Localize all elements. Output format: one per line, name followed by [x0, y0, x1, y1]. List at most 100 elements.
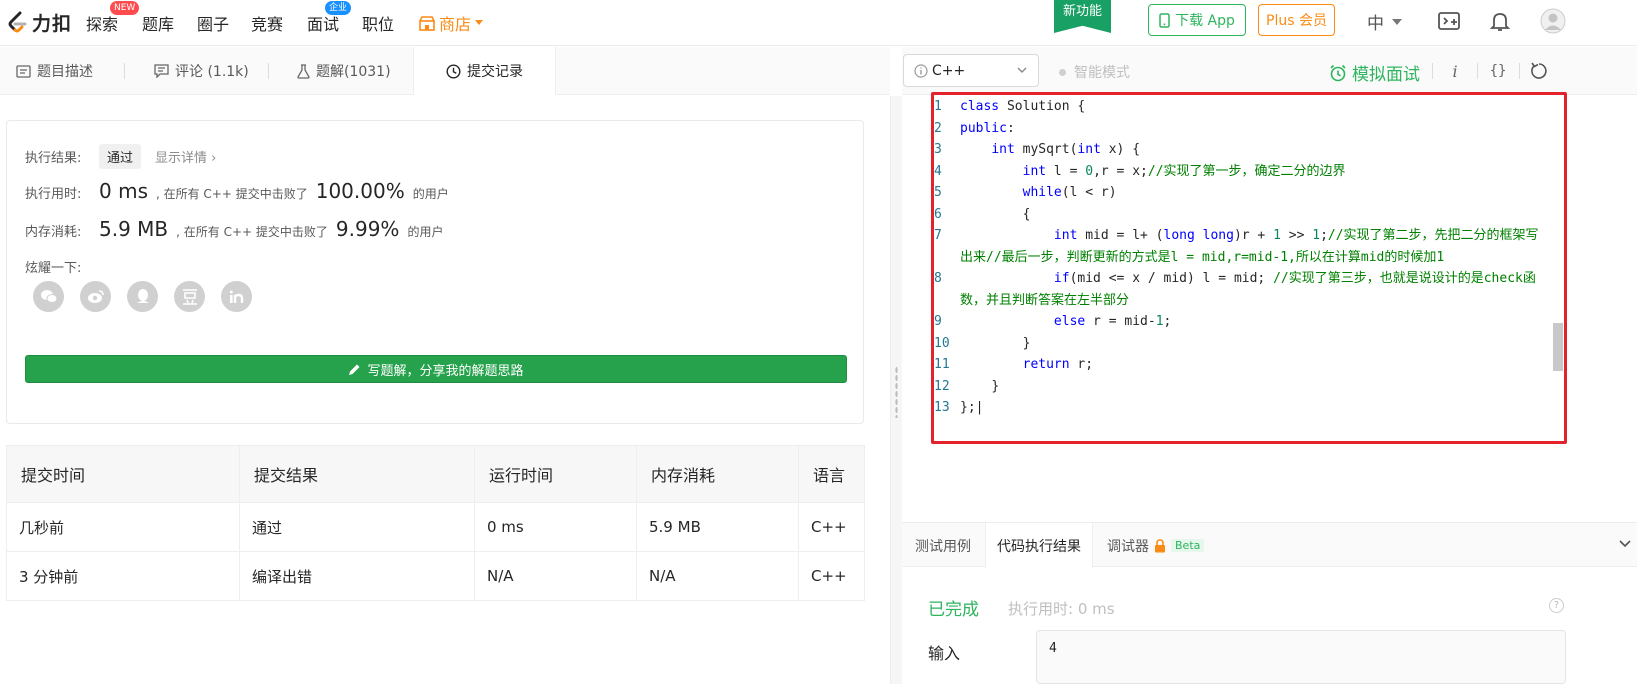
editor-scrollbar[interactable] [1553, 323, 1563, 371]
memory-cell: 5.9 MB [636, 502, 799, 552]
nav-label: 探索 [86, 15, 119, 34]
language-cell: C++ [798, 551, 865, 601]
memory-cell: N/A [636, 551, 799, 601]
mock-interview-button[interactable]: 模拟面试 [1329, 60, 1420, 85]
tab-solutions[interactable]: 题解(1031) [297, 47, 391, 95]
chevron-right-icon: › [211, 151, 217, 166]
drag-handle-icon [895, 366, 898, 418]
language-switcher[interactable]: 中 [1367, 9, 1402, 34]
memory-text: , 在所有 C++ 提交中击败了 [176, 225, 328, 239]
caret-down-icon [1392, 18, 1402, 25]
nav-label: 题库 [142, 15, 175, 34]
runtime-label: 执行用时: [25, 187, 82, 202]
tab-run-result[interactable]: 代码执行结果 [985, 523, 1093, 568]
column-header: 提交结果 [239, 445, 475, 503]
nav-label: 竞赛 [251, 15, 284, 34]
tab-label: 代码执行结果 [997, 538, 1081, 555]
tab-label: 评论 (1.1k) [175, 64, 249, 80]
language-label: 中 [1367, 14, 1384, 34]
tab-label: 提交记录 [467, 64, 523, 80]
submit-result-link[interactable]: 编译出错 [239, 551, 475, 601]
nav-label: 面试 [307, 15, 340, 34]
help-icon[interactable]: ? [1549, 598, 1564, 613]
nav-item-circle[interactable]: 圈子 [197, 11, 229, 35]
douban-share-icon[interactable] [174, 281, 205, 312]
editor-toolbar: C++ 智能模式 模拟面试 i {} [902, 47, 1637, 95]
memory-value: 5.9 MB [99, 217, 169, 241]
input-value-box: 4 [1036, 630, 1566, 684]
shop-label: 商店 [439, 15, 472, 34]
write-solution-button[interactable]: 写题解，分享我的解题思路 [25, 355, 847, 383]
tab-testcase[interactable]: 测试用例 [915, 523, 971, 568]
runtime-users-text: 的用户 [412, 187, 449, 201]
runtime-cell: N/A [474, 551, 637, 601]
avatar-icon[interactable] [1540, 8, 1566, 34]
nav-item-contest[interactable]: 竞赛 [251, 11, 283, 35]
format-code-icon[interactable]: {} [1487, 60, 1509, 82]
download-app-button[interactable]: 下载 App [1148, 4, 1246, 36]
submission-result-card: 执行结果: 通过 显示详情 › 执行用时: 0 ms , 在所有 C++ 提交中… [6, 120, 864, 424]
smart-mode-label: 智能模式 [1074, 65, 1130, 81]
reset-icon[interactable] [1528, 60, 1550, 82]
language-select[interactable]: C++ [903, 54, 1039, 87]
smart-mode-toggle[interactable]: 智能模式 [1059, 62, 1130, 82]
tab-label: 题解(1031) [316, 64, 391, 80]
nav-item-jobs[interactable]: 职位 [362, 11, 394, 35]
caret-down-icon [475, 20, 484, 25]
tab-label: 题目描述 [37, 64, 93, 80]
execution-status: 已完成 [928, 600, 979, 620]
download-app-label: 下载 App [1175, 13, 1235, 29]
code-highlight-box [931, 92, 1567, 444]
tab-submissions[interactable]: 提交记录 [413, 47, 556, 95]
tab-description[interactable]: 题目描述 [16, 47, 93, 95]
info-icon [914, 63, 928, 78]
tab-divider [268, 63, 269, 79]
wechat-share-icon[interactable] [33, 281, 64, 312]
linkedin-share-icon[interactable] [221, 281, 252, 312]
show-details-label: 显示详情 [155, 151, 208, 166]
table-row[interactable]: 几秒前 通过 0 ms 5.9 MB C++ [6, 502, 865, 552]
execution-time: 执行用时: 0 ms [1008, 600, 1115, 618]
top-navigation: 力扣 探索 NEW 题库 圈子 竞赛 面试 企业 职位 商店 新功能 下载 Ap… [0, 0, 1637, 46]
new-badge: NEW [110, 1, 140, 15]
playground-icon[interactable] [1437, 9, 1461, 33]
share-icons [33, 281, 252, 312]
new-feature-ribbon[interactable]: 新功能 [1054, 0, 1111, 33]
language-cell: C++ [798, 502, 865, 552]
plus-member-button[interactable]: Plus 会员 [1258, 4, 1335, 36]
runtime-text: , 在所有 C++ 提交中击败了 [155, 187, 308, 201]
phone-icon [1159, 12, 1170, 28]
show-details-link[interactable]: 显示详情 › [155, 147, 216, 166]
leetcode-logo-icon [8, 11, 27, 32]
memory-label: 内存消耗: [25, 225, 82, 240]
nav-item-interview[interactable]: 面试 企业 [307, 1, 352, 35]
tab-comments[interactable]: 评论 (1.1k) [154, 47, 249, 95]
leetcode-logo[interactable]: 力扣 [6, 9, 72, 36]
pencil-icon [349, 364, 360, 375]
bell-icon[interactable] [1488, 9, 1512, 33]
panel-resize-handle[interactable] [890, 96, 902, 684]
tab-debugger[interactable]: 调试器 Beta [1107, 523, 1205, 568]
nav-item-shop[interactable]: 商店 [419, 11, 484, 35]
write-solution-label: 写题解，分享我的解题思路 [367, 363, 524, 379]
runtime-cell: 0 ms [474, 502, 637, 552]
column-header: 运行时间 [474, 445, 637, 503]
nav-item-problems[interactable]: 题库 [142, 11, 174, 35]
column-header: 语言 [798, 445, 865, 503]
italic-info-icon[interactable]: i [1444, 60, 1466, 82]
table-row[interactable]: 3 分钟前 编译出错 N/A N/A C++ [6, 551, 865, 601]
input-label: 输入 [928, 644, 961, 663]
comment-icon [154, 64, 169, 78]
qq-share-icon[interactable] [127, 281, 158, 312]
chevron-down-icon[interactable] [1617, 535, 1633, 551]
code-editor[interactable]: 1 class Solution { 2 public: 3 int mySqrt(… [902, 92, 1637, 522]
nav-item-explore[interactable]: 探索 NEW [86, 1, 140, 35]
weibo-share-icon[interactable] [80, 281, 111, 312]
memory-percent: 9.99% [335, 217, 400, 241]
console-tabs: 测试用例 代码执行结果 调试器 Beta [902, 522, 1637, 568]
tab-label: 测试用例 [915, 538, 971, 555]
selected-language: C++ [932, 62, 966, 79]
runtime-value: 0 ms [99, 179, 148, 203]
clock-icon [446, 63, 461, 79]
submit-result-link[interactable]: 通过 [239, 502, 475, 552]
